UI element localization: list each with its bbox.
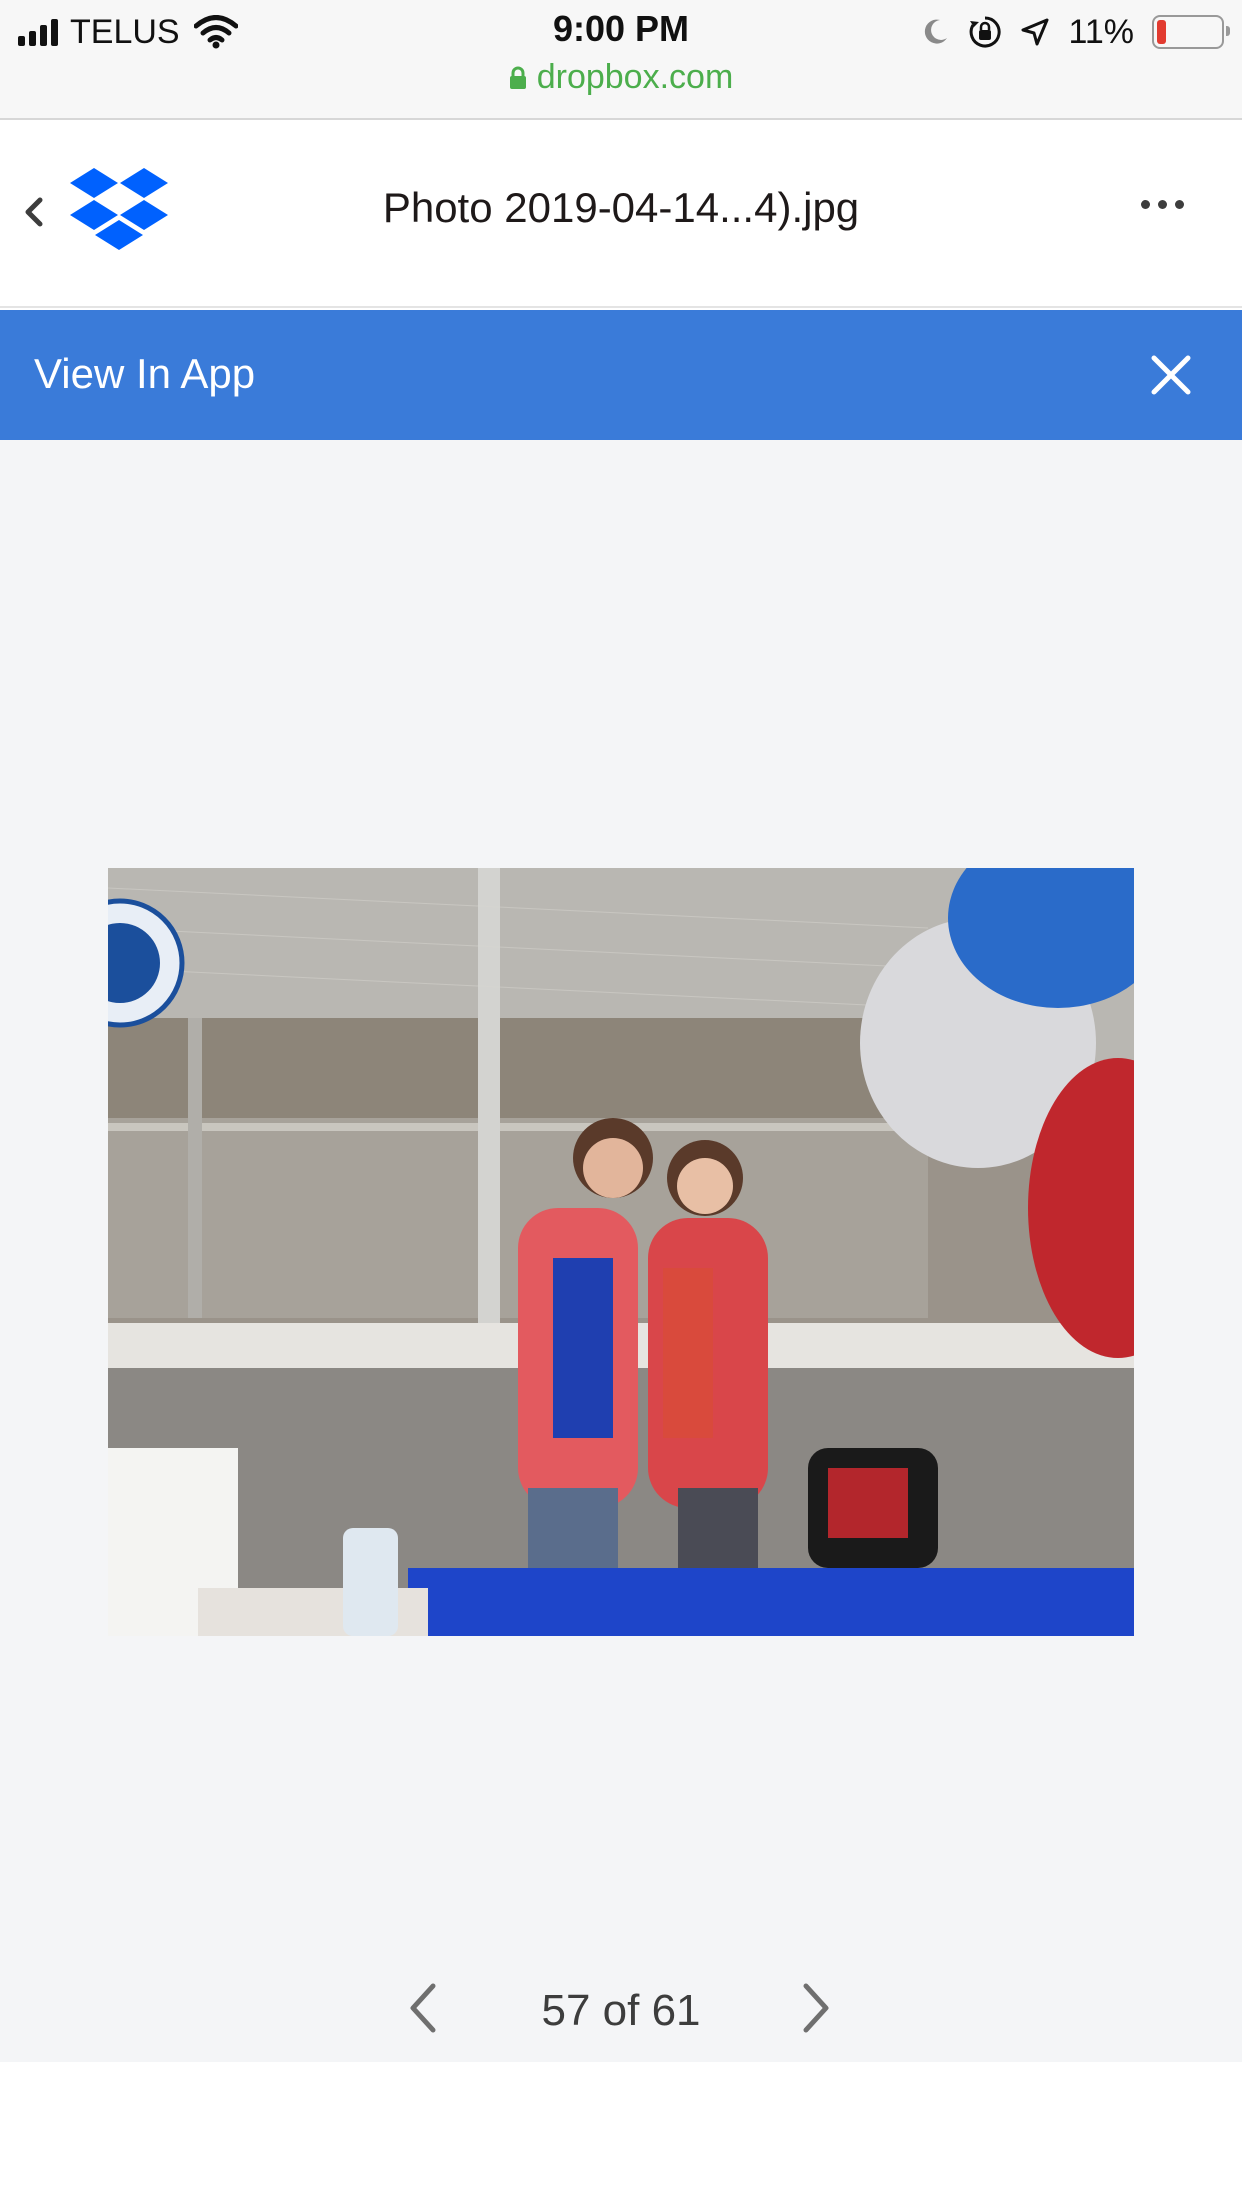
battery-level [1157, 20, 1166, 44]
dropbox-logo-icon[interactable] [70, 168, 168, 254]
photo-viewer: 57 of 61 [0, 440, 1242, 2062]
address-bar[interactable]: dropbox.com [0, 58, 1242, 97]
status-right: 11% [920, 10, 1230, 54]
status-bar: TELUS 9:00 PM dropbox.com 11% [0, 0, 1242, 120]
file-header: Photo 2019-04-14...4).jpg [0, 120, 1242, 308]
location-arrow-icon [1021, 18, 1049, 46]
ellipsis-icon [1141, 200, 1150, 209]
rotation-lock-icon [970, 16, 1002, 48]
close-icon[interactable] [1150, 354, 1192, 396]
photo-pager: 57 of 61 [0, 1980, 1242, 2040]
view-in-app-label[interactable]: View In App [34, 350, 255, 398]
next-photo-button[interactable] [800, 1980, 834, 2036]
photo-image[interactable] [108, 868, 1134, 1636]
file-title: Photo 2019-04-14...4).jpg [382, 184, 860, 231]
battery-percent: 11% [1068, 12, 1134, 51]
page-count: 57 of 61 [541, 1986, 701, 2035]
more-options-button[interactable] [1141, 200, 1184, 209]
view-in-app-banner[interactable]: View In App [0, 310, 1242, 440]
bottom-area [0, 2062, 1242, 2208]
back-chevron-icon[interactable] [18, 190, 48, 234]
url-text: dropbox.com [536, 58, 734, 96]
lock-icon [509, 66, 526, 89]
moon-icon [925, 19, 948, 44]
battery-icon [1152, 15, 1230, 49]
